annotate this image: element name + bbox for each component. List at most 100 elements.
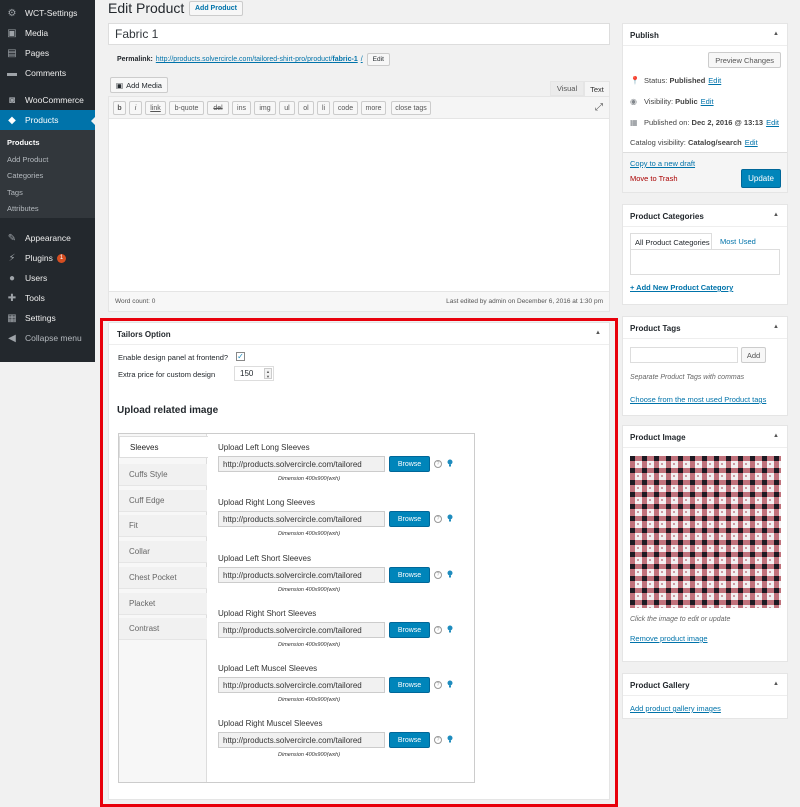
comment-icon: ▬ <box>7 67 17 79</box>
editor-status-bar: Word count: 0 Last edited by admin on De… <box>109 291 609 311</box>
qt-ins-button[interactable]: ins <box>232 101 251 115</box>
tab-visual[interactable]: Visual <box>550 81 584 96</box>
submenu-products[interactable]: Products <box>7 138 40 147</box>
qt-link-button[interactable]: link <box>145 101 166 115</box>
product-gallery-header[interactable]: Product Gallery ▲ <box>623 674 787 696</box>
product-title-input[interactable] <box>108 23 610 45</box>
copy-draft-link[interactable]: Copy to a new draft <box>630 159 695 168</box>
wrench-icon: ✚ <box>7 292 17 304</box>
published-row: ▦ Published on: Dec 2, 2016 @ 13:13 Edit <box>630 118 780 127</box>
tab-most-used[interactable]: Most Used <box>720 237 756 246</box>
caret-up-icon[interactable]: ▲ <box>773 681 779 687</box>
caret-up-icon[interactable]: ▲ <box>773 212 779 218</box>
qt-italic-button[interactable]: i <box>129 101 142 115</box>
add-product-button[interactable]: Add Product <box>189 1 243 16</box>
word-count: Word count: 0 <box>115 298 156 305</box>
tag-hint: Separate Product Tags with commas <box>630 374 745 381</box>
collapse-icon: ◀ <box>8 332 16 344</box>
menu-item-woocommerce[interactable]: ◙ WooCommerce <box>0 90 95 110</box>
permalink-slug: fabric-1 <box>332 56 358 63</box>
catalog-visibility-row: Catalog visibility: Catalog/search Edit <box>630 138 758 147</box>
permalink-label: Permalink: <box>117 56 153 63</box>
menu-item-settings[interactable]: ▦ Settings <box>0 308 95 328</box>
menu-item-media[interactable]: ▣ Media <box>0 23 95 43</box>
menu-item-tools[interactable]: ✚ Tools <box>0 288 95 308</box>
menu-item-pages[interactable]: ▤ Pages <box>0 43 95 63</box>
product-image-header[interactable]: Product Image ▲ <box>623 426 787 448</box>
visibility-edit-link[interactable]: Edit <box>701 97 714 106</box>
content-editor: b i link b-quote del ins img ul ol li co… <box>108 96 610 312</box>
update-button[interactable]: Update <box>741 169 781 188</box>
tag-input[interactable] <box>630 347 738 363</box>
menu-item-users[interactable]: ● Users <box>0 268 95 288</box>
menu-item-plugins[interactable]: ⚡ Plugins 1 <box>0 248 95 268</box>
submenu-tags[interactable]: Tags <box>7 188 23 197</box>
permalink-link[interactable]: http://products.solvercircle.com/tailore… <box>156 56 363 63</box>
catalog-edit-link[interactable]: Edit <box>745 138 758 147</box>
menu-item-appearance[interactable]: ✎ Appearance <box>0 228 95 248</box>
user-icon: ● <box>8 272 16 284</box>
settings-icon: ▦ <box>7 312 17 324</box>
move-to-trash-link[interactable]: Move to Trash <box>630 174 678 183</box>
add-tag-button[interactable]: Add <box>741 347 766 363</box>
qt-blockquote-button[interactable]: b-quote <box>169 101 204 115</box>
menu-item-comments[interactable]: ▬ Comments <box>0 63 95 83</box>
highlight-frame <box>100 318 618 807</box>
qt-bold-button[interactable]: b <box>113 101 126 115</box>
category-checklist[interactable] <box>630 249 780 275</box>
permalink-edit-button[interactable]: Edit <box>366 53 390 66</box>
remove-product-image-link[interactable]: Remove product image <box>630 634 708 643</box>
submenu-categories[interactable]: Categories <box>7 171 43 180</box>
published-edit-link[interactable]: Edit <box>766 118 779 127</box>
product-gallery-box: Product Gallery ▲ Add product gallery im… <box>622 673 788 719</box>
caret-up-icon[interactable]: ▲ <box>773 433 779 439</box>
editor-textarea[interactable] <box>109 119 609 291</box>
add-media-button[interactable]: ▣ Add Media <box>110 77 168 93</box>
products-submenu: Products Add Product Categories Tags Att… <box>0 130 95 218</box>
submenu-attributes[interactable]: Attributes <box>7 204 39 213</box>
qt-li-button[interactable]: li <box>317 101 330 115</box>
qt-del-button[interactable]: del <box>207 101 229 115</box>
status-edit-link[interactable]: Edit <box>708 76 721 85</box>
qt-ul-button[interactable]: ul <box>279 101 295 115</box>
add-gallery-images-link[interactable]: Add product gallery images <box>630 704 721 713</box>
caret-up-icon[interactable]: ▲ <box>773 31 779 37</box>
gear-icon: ⚙ <box>7 7 17 19</box>
product-image[interactable] <box>630 456 781 608</box>
preview-changes-button[interactable]: Preview Changes <box>708 52 781 68</box>
page-title: Edit Product <box>108 0 185 16</box>
publish-header[interactable]: Publish ▲ <box>623 24 787 46</box>
plugin-icon: ⚡ <box>8 252 16 264</box>
caret-up-icon[interactable]: ▲ <box>773 324 779 330</box>
qt-code-button[interactable]: code <box>333 101 358 115</box>
brush-icon: ✎ <box>7 232 17 244</box>
qt-more-button[interactable]: more <box>361 101 386 115</box>
tab-all-categories[interactable]: All Product Categories <box>630 233 712 250</box>
pin-icon: 📍 <box>630 76 640 85</box>
categories-header[interactable]: Product Categories ▲ <box>623 205 787 227</box>
products-icon: ◆ <box>8 114 16 126</box>
qt-ol-button[interactable]: ol <box>298 101 314 115</box>
menu-item-products[interactable]: ◆ Products <box>0 110 96 130</box>
choose-tags-link[interactable]: Choose from the most used Product tags <box>630 395 766 404</box>
fullscreen-icon[interactable]: ⤢ <box>595 102 603 113</box>
tags-header[interactable]: Product Tags ▲ <box>623 317 787 339</box>
add-new-category-link[interactable]: + Add New Product Category <box>630 283 733 292</box>
collapse-menu[interactable]: ◀ Collapse menu <box>0 328 95 348</box>
status-row: 📍 Status: Published Edit <box>630 76 722 85</box>
tab-text[interactable]: Text <box>584 81 610 96</box>
calendar-icon: ▦ <box>630 118 638 127</box>
product-image-hint: Click the image to edit or update <box>630 616 731 623</box>
visibility-row: ◉ Visibility: Public Edit <box>630 97 714 106</box>
qt-img-button[interactable]: img <box>254 101 276 115</box>
submenu-add-product[interactable]: Add Product <box>7 155 48 164</box>
menu-item-wct-settings[interactable]: ⚙ WCT-Settings <box>0 3 95 23</box>
qt-close-tags-button[interactable]: close tags <box>391 101 431 115</box>
admin-menu: ⚙ WCT-Settings ▣ Media ▤ Pages ▬ Comments ◙ W… <box>0 0 96 362</box>
media-icon: ▣ <box>7 27 17 39</box>
media-icon: ▣ <box>116 80 124 90</box>
product-categories-box: Product Categories ▲ All Product Categor… <box>622 204 788 305</box>
publish-box: Publish ▲ Preview Changes 📍 Status: Publ… <box>622 23 788 193</box>
quicktags-toolbar: b i link b-quote del ins img ul ol li co… <box>109 97 609 119</box>
permalink: Permalink: http://products.solvercircle.… <box>117 53 390 66</box>
